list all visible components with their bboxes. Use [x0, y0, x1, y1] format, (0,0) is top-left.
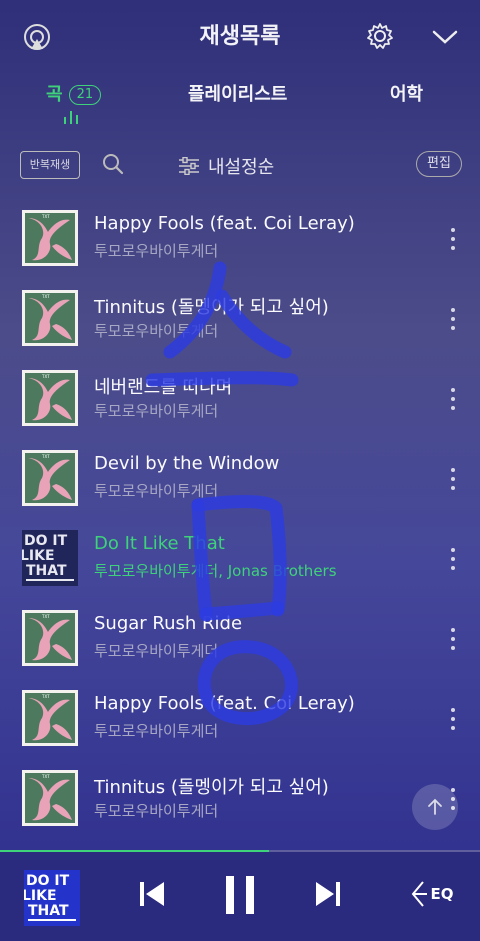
- tab-songs[interactable]: 곡 21: [46, 80, 102, 106]
- sort-label: 내설정순: [208, 157, 275, 178]
- track-artist: 투모로우바이투게더: [94, 322, 219, 340]
- pause-button[interactable]: [220, 874, 260, 916]
- svg-text:LIKE: LIKE: [24, 888, 57, 904]
- track-row[interactable]: TXT Happy Fools (feat. Coi Leray) 투모로우바이투게…: [0, 198, 480, 278]
- tab-playlists[interactable]: 플레이리스트: [188, 80, 287, 106]
- track-artist: 투모로우바이투게더: [94, 402, 219, 420]
- search-icon[interactable]: [100, 151, 126, 177]
- page-title: 재생목록: [199, 24, 281, 49]
- list-toolbar: 반복재생 내설정순 편집: [0, 145, 480, 185]
- svg-text:LIKE: LIKE: [22, 548, 55, 564]
- album-art: TXT: [22, 370, 78, 426]
- more-options-icon[interactable]: [450, 708, 456, 734]
- album-art: TXT: [22, 290, 78, 346]
- more-options-icon[interactable]: [450, 468, 456, 494]
- sort-button[interactable]: 내설정순: [178, 153, 274, 179]
- track-row[interactable]: TXT Happy Fools (feat. Coi Leray) 투모로우바이투게…: [0, 678, 480, 758]
- mini-player: DO IT LIKE THAT EQ: [0, 850, 480, 941]
- svg-text:TXT: TXT: [41, 294, 50, 299]
- album-art: TXT: [22, 450, 78, 506]
- svg-text:TXT: TXT: [41, 214, 50, 219]
- album-art: TXT: [22, 770, 78, 826]
- more-options-icon[interactable]: [450, 388, 456, 414]
- svg-text:TXT: TXT: [41, 454, 50, 459]
- progress-fill: [0, 850, 269, 852]
- next-track-button[interactable]: [310, 876, 346, 912]
- track-row[interactable]: TXT Tinnitus (돌멩이가 되고 싶어) 투모로우바이투게더: [0, 278, 480, 358]
- scroll-to-top-button[interactable]: [412, 784, 458, 830]
- song-count-badge: 21: [68, 85, 102, 105]
- arrow-up-icon: [428, 798, 442, 815]
- more-options-icon[interactable]: [450, 548, 456, 574]
- track-row[interactable]: TXT Sugar Rush Ride 투모로우바이투게더: [0, 598, 480, 678]
- more-options-icon[interactable]: [450, 228, 456, 254]
- track-title: Happy Fools (feat. Coi Leray): [94, 693, 355, 714]
- track-title: Tinnitus (돌멩이가 되고 싶어): [94, 777, 329, 798]
- eq-bracket-icon: [411, 881, 427, 907]
- track-artist: 투모로우바이투게더: [94, 242, 219, 260]
- track-title: Sugar Rush Ride: [94, 613, 243, 634]
- pause-icon: [226, 876, 254, 914]
- sort-sliders-icon: [179, 157, 199, 175]
- album-art: TXT: [22, 610, 78, 666]
- album-art: TXT: [22, 690, 78, 746]
- track-row[interactable]: DO IT LIKE THAT Do It Like That 투모로우바이투게더, J…: [0, 518, 480, 598]
- track-artist: 투모로우바이투게더: [94, 482, 219, 500]
- svg-text:TXT: TXT: [41, 694, 50, 699]
- svg-text:DO IT: DO IT: [26, 873, 70, 889]
- eq-button[interactable]: EQ: [406, 876, 456, 912]
- edit-button[interactable]: 편집: [416, 151, 462, 177]
- now-playing-album-art[interactable]: DO IT LIKE THAT: [24, 870, 80, 926]
- gear-icon[interactable]: [364, 20, 396, 52]
- svg-text:TXT: TXT: [41, 374, 50, 379]
- svg-text:THAT: THAT: [26, 563, 67, 579]
- track-artist: 투모로우바이투게더: [94, 802, 219, 820]
- track-title: Tinnitus (돌멩이가 되고 싶어): [94, 297, 329, 318]
- previous-track-button[interactable]: [134, 876, 170, 912]
- more-options-icon[interactable]: [450, 308, 456, 334]
- progress-track[interactable]: [0, 850, 480, 852]
- tab-language[interactable]: 어학: [390, 80, 423, 106]
- track-artist: 투모로우바이투게더, Jonas Brothers: [94, 562, 337, 580]
- track-row[interactable]: TXT Tinnitus (돌멩이가 되고 싶어) 투모로우바이투게더: [0, 758, 480, 838]
- header: 재생목록: [0, 0, 480, 70]
- album-art: DO IT LIKE THAT: [20, 530, 78, 586]
- svg-text:TXT: TXT: [41, 614, 50, 619]
- chevron-down-icon[interactable]: [428, 22, 462, 52]
- equalizer-icon: [64, 110, 80, 124]
- svg-text:DO IT: DO IT: [24, 533, 68, 549]
- track-title: Devil by the Window: [94, 453, 280, 474]
- track-row[interactable]: TXT Devil by the Window 투모로우바이투게더: [0, 438, 480, 518]
- skip-forward-icon: [316, 882, 340, 906]
- track-row[interactable]: TXT 네버랜드를 떠나며투모로우바이투게더: [0, 358, 480, 438]
- track-title: 네버랜드를 떠나며: [94, 377, 233, 398]
- svg-text:THAT: THAT: [28, 903, 69, 919]
- track-title: Happy Fools (feat. Coi Leray): [94, 213, 355, 234]
- track-artist: 투모로우바이투게더: [94, 722, 219, 740]
- skip-back-icon: [140, 882, 164, 906]
- album-art: TXT: [22, 210, 78, 266]
- eq-label: EQ: [430, 885, 454, 903]
- more-options-icon[interactable]: [450, 628, 456, 654]
- tab-songs-label: 곡: [46, 84, 63, 105]
- repeat-button[interactable]: 반복재생: [20, 151, 80, 179]
- track-title: Do It Like That: [94, 533, 225, 554]
- track-artist: 투모로우바이투게더: [94, 642, 219, 660]
- svg-text:TXT: TXT: [41, 774, 50, 779]
